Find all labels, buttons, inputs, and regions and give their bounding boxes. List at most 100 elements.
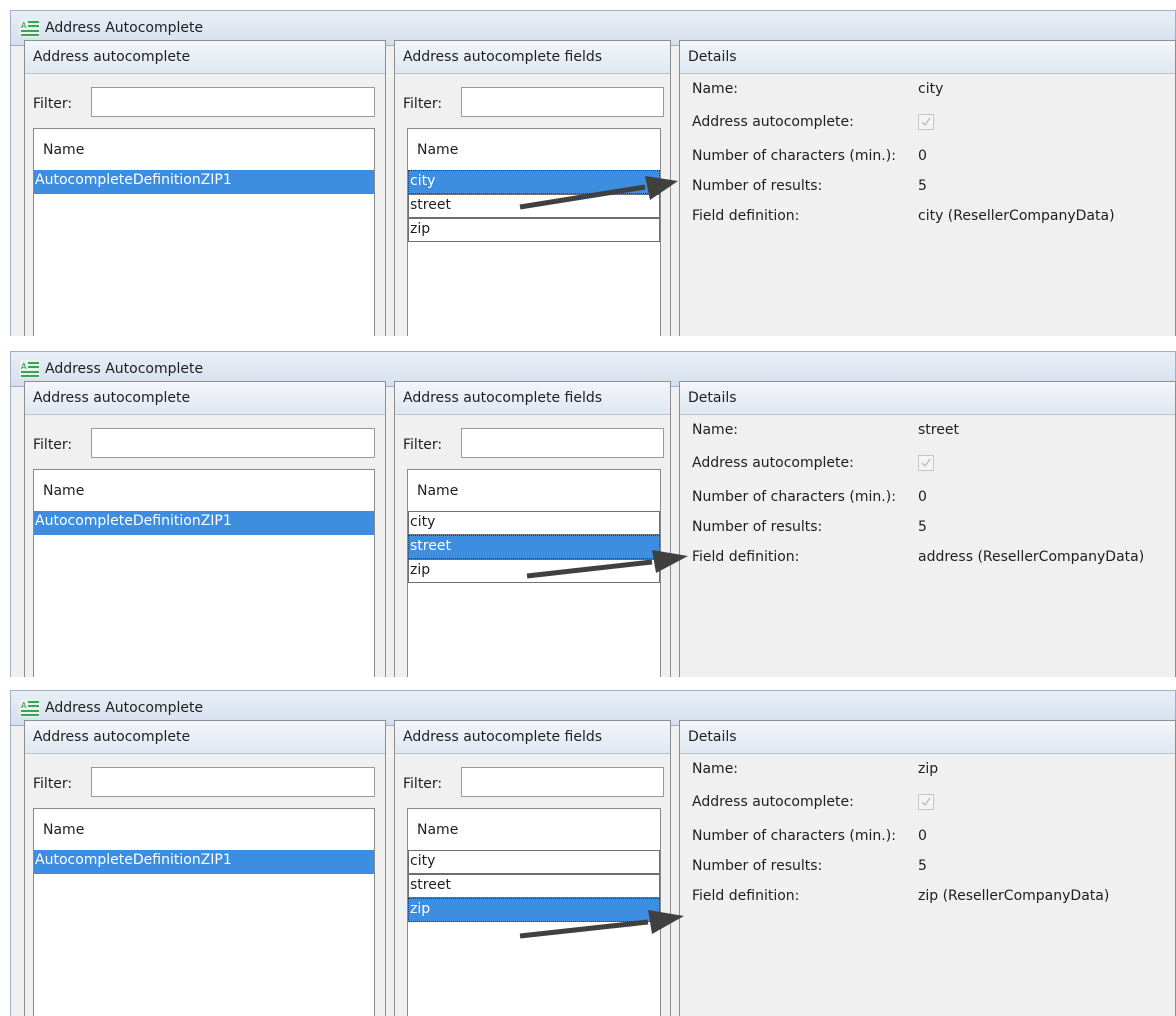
address-autocomplete-label: Address autocomplete:: [692, 455, 854, 471]
details-panel: Details Name: street Address autocomplet…: [679, 381, 1176, 677]
panel-header: Details: [680, 721, 1175, 754]
address-autocomplete-fields-panel: Address autocomplete fields Filter: Name…: [394, 720, 671, 1016]
field-definition-label: Field definition:: [692, 888, 800, 904]
svg-text:A: A: [21, 21, 27, 30]
name-value: zip: [918, 761, 939, 777]
panel-header: Address autocomplete fields: [395, 382, 670, 415]
filter-label: Filter:: [33, 96, 73, 112]
list-item[interactable]: AutocompleteDefinitionZIP1: [34, 170, 374, 194]
filter-input[interactable]: [461, 767, 664, 797]
list-item-street[interactable]: street: [408, 194, 660, 218]
panel-title: Details: [688, 49, 737, 65]
list-item-city[interactable]: city: [408, 850, 660, 874]
results-value: 5: [918, 178, 927, 194]
fields-list[interactable]: Name city street zip: [407, 469, 661, 677]
field-definition-label: Field definition:: [692, 208, 800, 224]
min-chars-value: 0: [918, 148, 927, 164]
results-label: Number of results:: [692, 858, 823, 874]
window-title: Address Autocomplete: [45, 361, 204, 377]
column-header-name[interactable]: Name: [408, 129, 660, 169]
field-definition-label: Field definition:: [692, 549, 800, 565]
results-value: 5: [918, 519, 927, 535]
address-autocomplete-icon: A: [20, 699, 40, 717]
autocomplete-list[interactable]: Name AutocompleteDefinitionZIP1: [33, 808, 375, 1016]
list-item-zip[interactable]: zip: [408, 898, 660, 922]
list-item[interactable]: AutocompleteDefinitionZIP1: [34, 850, 374, 874]
filter-label: Filter:: [403, 776, 443, 792]
autocomplete-list[interactable]: Name AutocompleteDefinitionZIP1: [33, 469, 375, 677]
list-item-zip[interactable]: zip: [408, 218, 660, 242]
autocomplete-list[interactable]: Name AutocompleteDefinitionZIP1: [33, 128, 375, 336]
column-header-name[interactable]: Name: [408, 470, 660, 510]
address-autocomplete-panel: Address autocomplete Filter: Name Autoco…: [24, 720, 386, 1016]
screenshot-street: A Address Autocomplete Address autocompl…: [0, 351, 1176, 677]
screenshot-zip: A Address Autocomplete Address autocompl…: [0, 690, 1176, 1016]
column-header-name[interactable]: Name: [34, 809, 374, 849]
field-definition-value: address (ResellerCompanyData): [918, 549, 1145, 565]
filter-input[interactable]: [91, 428, 375, 458]
address-autocomplete-icon: A: [20, 19, 40, 37]
panel-title: Address autocomplete fields: [403, 729, 603, 745]
column-header-name[interactable]: Name: [34, 129, 374, 169]
panel-title: Details: [688, 729, 737, 745]
filter-input[interactable]: [91, 87, 375, 117]
svg-text:A: A: [21, 701, 27, 710]
fields-list[interactable]: Name city street zip: [407, 128, 661, 336]
address-autocomplete-fields-panel: Address autocomplete fields Filter: Name…: [394, 381, 671, 677]
window-title: Address Autocomplete: [45, 700, 204, 716]
checkmark-icon: [921, 117, 931, 126]
list-item-city[interactable]: city: [408, 170, 660, 194]
list-item-city[interactable]: city: [408, 511, 660, 535]
filter-label: Filter:: [33, 437, 73, 453]
results-label: Number of results:: [692, 519, 823, 535]
min-chars-value: 0: [918, 828, 927, 844]
results-label: Number of results:: [692, 178, 823, 194]
filter-label: Filter:: [403, 437, 443, 453]
name-value: city: [918, 81, 944, 97]
address-autocomplete-label: Address autocomplete:: [692, 114, 854, 130]
list-item[interactable]: AutocompleteDefinitionZIP1: [34, 511, 374, 535]
address-autocomplete-label: Address autocomplete:: [692, 794, 854, 810]
min-chars-label: Number of characters (min.):: [692, 489, 896, 505]
column-header-name[interactable]: Name: [408, 809, 660, 849]
panel-header: Address autocomplete fields: [395, 721, 670, 754]
field-definition-value: city (ResellerCompanyData): [918, 208, 1115, 224]
name-value: street: [918, 422, 959, 438]
checkmark-icon: [921, 797, 931, 806]
address-autocomplete-checkbox[interactable]: [918, 114, 934, 130]
min-chars-label: Number of characters (min.):: [692, 148, 896, 164]
address-autocomplete-panel: Address autocomplete Filter: Name Autoco…: [24, 381, 386, 677]
filter-label: Filter:: [33, 776, 73, 792]
panel-title: Address autocomplete: [33, 49, 191, 65]
name-label: Name:: [692, 761, 739, 777]
fields-list[interactable]: Name city street zip: [407, 808, 661, 1016]
panel-header: Details: [680, 41, 1175, 74]
svg-text:A: A: [21, 362, 27, 371]
column-header-name[interactable]: Name: [34, 470, 374, 510]
min-chars-value: 0: [918, 489, 927, 505]
screenshot-city: A Address Autocomplete Address autocompl…: [0, 10, 1176, 336]
filter-input[interactable]: [91, 767, 375, 797]
list-item-street[interactable]: street: [408, 874, 660, 898]
panel-header: Details: [680, 382, 1175, 415]
panel-title: Address autocomplete fields: [403, 49, 603, 65]
results-value: 5: [918, 858, 927, 874]
field-definition-value: zip (ResellerCompanyData): [918, 888, 1110, 904]
filter-input[interactable]: [461, 428, 664, 458]
address-autocomplete-panel: Address autocomplete Filter: Name Autoco…: [24, 40, 386, 336]
address-autocomplete-icon: A: [20, 360, 40, 378]
name-label: Name:: [692, 81, 739, 97]
panel-header: Address autocomplete: [25, 382, 385, 415]
checkmark-icon: [921, 458, 931, 467]
panel-title: Address autocomplete: [33, 390, 191, 406]
panel-header: Address autocomplete: [25, 721, 385, 754]
details-panel: Details Name: city Address autocomplete:…: [679, 40, 1176, 336]
panel-header: Address autocomplete: [25, 41, 385, 74]
address-autocomplete-checkbox[interactable]: [918, 794, 934, 810]
address-autocomplete-checkbox[interactable]: [918, 455, 934, 471]
list-item-street[interactable]: street: [408, 535, 660, 559]
address-autocomplete-fields-panel: Address autocomplete fields Filter: Name…: [394, 40, 671, 336]
list-item-zip[interactable]: zip: [408, 559, 660, 583]
panel-header: Address autocomplete fields: [395, 41, 670, 74]
filter-input[interactable]: [461, 87, 664, 117]
